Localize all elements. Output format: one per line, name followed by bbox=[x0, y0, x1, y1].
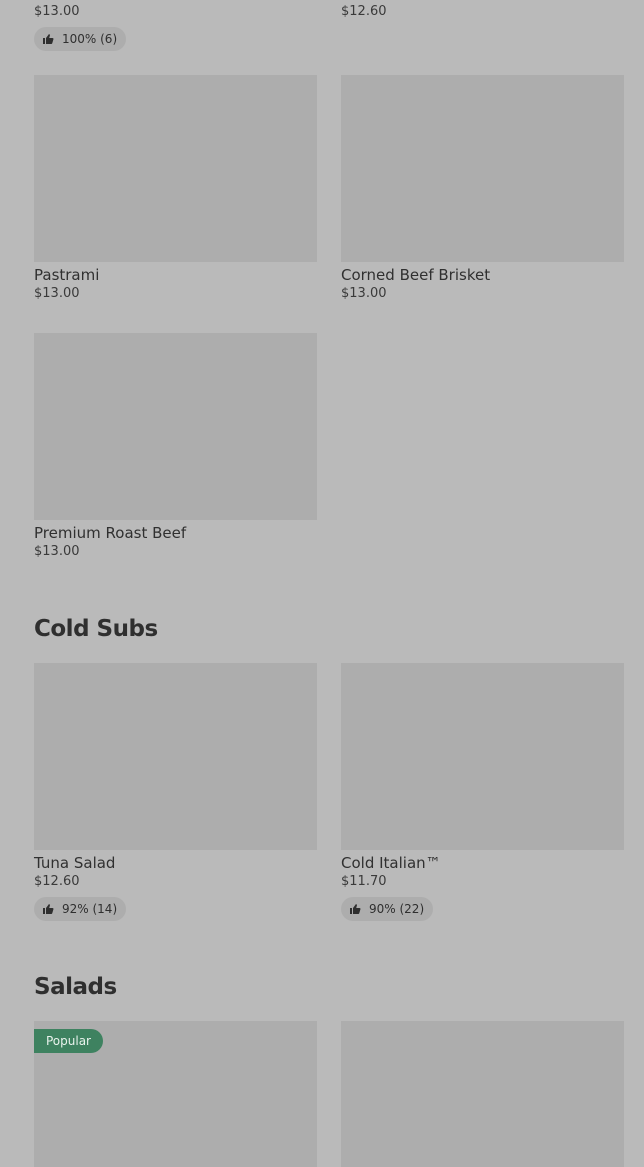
rating-text: 100% (6) bbox=[62, 32, 118, 46]
menu-item-card[interactable]: Popular bbox=[34, 1021, 317, 1167]
thumbs-up-icon bbox=[43, 904, 54, 914]
item-image-placeholder[interactable] bbox=[341, 1021, 624, 1167]
item-price: $13.00 bbox=[34, 544, 80, 559]
thumbs-up-icon bbox=[350, 904, 361, 914]
menu-page: $13.00 100% (6) $12.60 Pastrami $13.00 C… bbox=[0, 0, 644, 1167]
item-price: $12.60 bbox=[341, 4, 387, 19]
item-name: Tuna Salad bbox=[34, 854, 116, 872]
menu-item-card[interactable] bbox=[341, 1021, 624, 1167]
rating-text: 92% (14) bbox=[62, 902, 118, 916]
item-image-placeholder[interactable] bbox=[34, 663, 317, 850]
item-name: Premium Roast Beef bbox=[34, 524, 187, 542]
popular-badge: Popular bbox=[34, 1029, 103, 1053]
rating-pill: 92% (14) bbox=[34, 897, 127, 921]
item-image-placeholder[interactable] bbox=[341, 75, 624, 262]
item-price: $11.70 bbox=[341, 874, 387, 889]
rating-pill: 90% (22) bbox=[341, 897, 434, 921]
menu-item-card[interactable]: Premium Roast Beef $13.00 bbox=[34, 333, 317, 561]
item-price: $12.60 bbox=[34, 874, 80, 889]
menu-item-card[interactable]: $12.60 bbox=[341, 3, 624, 21]
menu-item-card[interactable]: Tuna Salad $12.60 92% (14) bbox=[34, 663, 317, 921]
item-price: $13.00 bbox=[34, 4, 80, 19]
menu-item-card[interactable]: $13.00 100% (6) bbox=[34, 3, 317, 51]
item-name: Corned Beef Brisket bbox=[341, 266, 491, 284]
thumbs-up-icon bbox=[43, 34, 54, 44]
item-name: Cold Italian™ bbox=[341, 854, 441, 872]
menu-item-card[interactable]: Pastrami $13.00 bbox=[34, 75, 317, 303]
item-image-placeholder[interactable] bbox=[341, 663, 624, 850]
menu-item-card[interactable]: Cold Italian™ $11.70 90% (22) bbox=[341, 663, 624, 921]
section-title-cold-subs: Cold Subs bbox=[34, 616, 158, 642]
item-image-placeholder[interactable] bbox=[34, 333, 317, 520]
item-price: $13.00 bbox=[341, 286, 387, 301]
rating-text: 90% (22) bbox=[369, 902, 425, 916]
item-image-placeholder[interactable]: Popular bbox=[34, 1021, 317, 1167]
item-price: $13.00 bbox=[34, 286, 80, 301]
item-name: Pastrami bbox=[34, 266, 100, 284]
menu-item-card[interactable]: Corned Beef Brisket $13.00 bbox=[341, 75, 624, 303]
section-title-salads: Salads bbox=[34, 974, 117, 1000]
item-image-placeholder[interactable] bbox=[34, 75, 317, 262]
rating-pill: 100% (6) bbox=[34, 27, 127, 51]
